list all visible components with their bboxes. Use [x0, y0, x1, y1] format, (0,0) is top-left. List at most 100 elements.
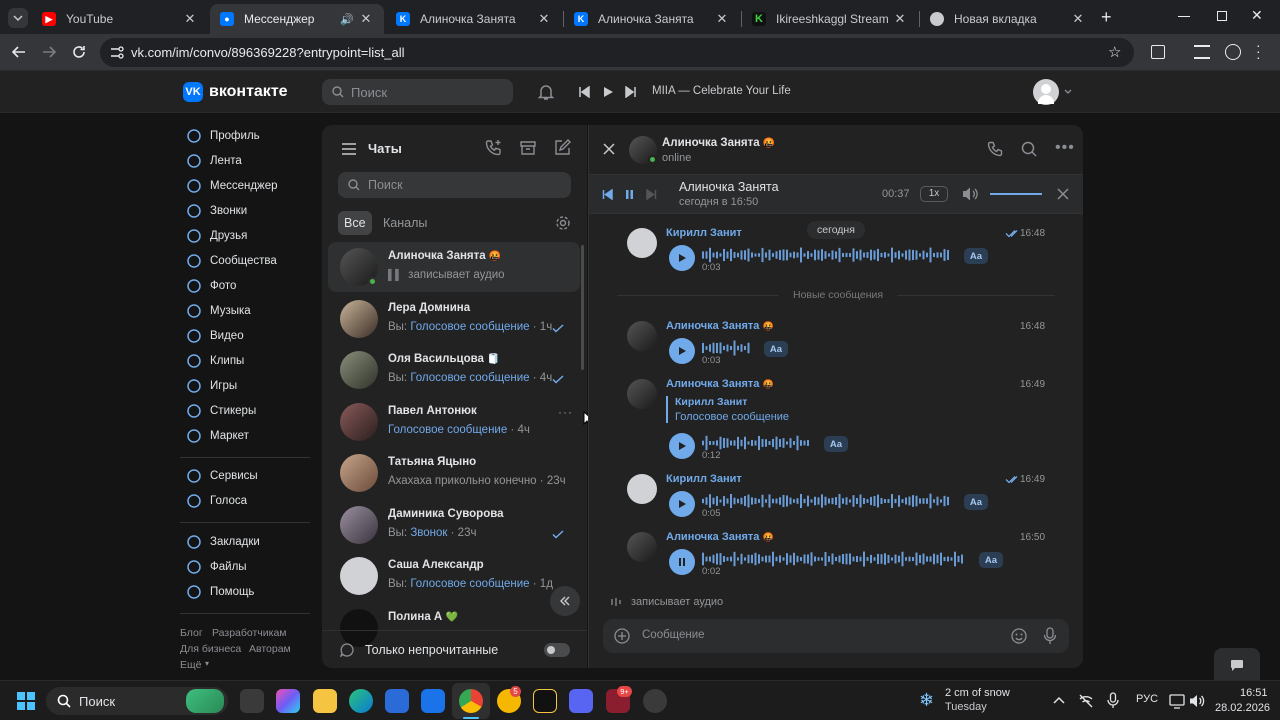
search-icon[interactable] — [1021, 141, 1037, 157]
message-author[interactable]: Алиночка Занята 🤬 — [666, 531, 774, 543]
prev-track-icon[interactable] — [602, 189, 613, 200]
close-tab-icon[interactable]: ✕ — [536, 11, 552, 27]
speaker-icon[interactable] — [1189, 693, 1205, 709]
close-tab-icon[interactable]: ✕ — [182, 11, 198, 27]
vk-logo-text[interactable]: вконтакте — [209, 83, 288, 101]
microphone-icon[interactable] — [1107, 692, 1119, 710]
tab-alinochka-1[interactable]: K Алиночка Занята ✕ — [386, 4, 562, 34]
play-button[interactable] — [669, 338, 695, 364]
message-author[interactable]: Алиночка Занята 🤬 — [666, 378, 774, 390]
app-icon[interactable] — [533, 689, 557, 713]
close-tab-icon[interactable]: ✕ — [714, 11, 730, 27]
compose-icon[interactable] — [553, 139, 571, 157]
nav-item-chat[interactable]: Мессенджер — [186, 175, 278, 197]
edge-icon[interactable] — [349, 689, 373, 713]
close-tab-icon[interactable]: ✕ — [892, 11, 908, 27]
tab-kaggle-stream[interactable]: K Ikireeshkaggl Stream - Wa ✕ — [742, 4, 918, 34]
play-button[interactable] — [669, 433, 695, 459]
close-tab-icon[interactable]: ✕ — [358, 11, 374, 27]
menu-icon[interactable] — [341, 142, 357, 156]
message-avatar[interactable] — [627, 379, 657, 409]
next-track-icon[interactable] — [625, 86, 637, 98]
copilot-icon[interactable] — [276, 689, 300, 713]
reload-icon[interactable] — [72, 45, 86, 59]
transcribe-button[interactable]: Aa — [979, 552, 1003, 568]
now-playing-text[interactable]: MIIA — Celebrate Your Life — [652, 85, 791, 97]
footer-link-more[interactable]: Ещё — [180, 659, 201, 671]
message-author[interactable]: Алиночка Занята 🤬 — [666, 320, 774, 332]
footer-link-blog[interactable]: Блог — [180, 627, 203, 639]
new-call-icon[interactable] — [485, 139, 503, 157]
close-icon[interactable] — [1057, 188, 1069, 200]
play-icon[interactable] — [602, 86, 614, 98]
chat-row[interactable]: Павел Антонюк Голосовое сообщение · 4ч ··… — [328, 397, 580, 447]
close-icon[interactable] — [603, 143, 615, 155]
bookmark-star-icon[interactable]: ☆ — [1108, 43, 1121, 61]
chrome-taskbar-active[interactable] — [452, 683, 490, 719]
extensions-icon[interactable] — [1151, 45, 1165, 59]
omnibox[interactable]: vk.com/im/convo/896369228?entrypoint=lis… — [100, 38, 1134, 67]
tab-youtube[interactable]: ▶ YouTube ✕ — [32, 4, 208, 34]
tab-all[interactable]: Все — [338, 211, 372, 235]
pause-button[interactable] — [669, 549, 695, 575]
clock-date[interactable]: 28.02.2026 — [1215, 702, 1270, 714]
vk-search-input[interactable]: Поиск — [322, 79, 513, 105]
chat-search-input[interactable]: Поиск — [338, 172, 571, 198]
footer-link-authors[interactable]: Авторам — [249, 643, 291, 655]
transcribe-button[interactable]: Aa — [964, 494, 988, 510]
chat-row[interactable]: Татьяна Яцыно Ахахаха прикольно конечно … — [328, 448, 580, 498]
microphone-icon[interactable] — [1043, 627, 1057, 645]
chrome-menu-icon[interactable]: · · · — [1256, 38, 1261, 64]
footer-link-dev[interactable]: Разработчикам — [212, 627, 287, 639]
transcribe-button[interactable]: Aa — [824, 436, 848, 452]
nav-item-community[interactable]: Сообщества — [186, 250, 277, 272]
close-tab-icon[interactable]: ✕ — [1070, 11, 1086, 27]
attach-plus-icon[interactable] — [614, 628, 630, 644]
close-window-button[interactable]: ✕ — [1251, 7, 1263, 24]
chevron-up-icon[interactable] — [1053, 696, 1065, 704]
weather-main[interactable]: 2 cm of snow — [945, 687, 1010, 699]
outlook-icon[interactable] — [421, 689, 445, 713]
nav-item-stickers[interactable]: Стикеры — [186, 400, 256, 422]
tab-new-tab[interactable]: Новая вкладка ✕ — [920, 4, 1096, 34]
message-input[interactable]: Сообщение — [603, 619, 1069, 653]
collapse-button[interactable] — [550, 586, 580, 616]
language-indicator[interactable]: РУС — [1136, 693, 1158, 705]
nav-item-market[interactable]: Маркет — [186, 425, 249, 447]
message-avatar[interactable] — [627, 228, 657, 258]
store-icon[interactable] — [385, 689, 409, 713]
chat-row[interactable]: Даминика Суворова Вы: Звонок · 23ч — [328, 500, 580, 550]
tab-alinochka-2[interactable]: K Алиночка Занята ✕ — [564, 4, 740, 34]
media-controls-icon[interactable] — [1194, 45, 1210, 59]
transcribe-button[interactable]: Aa — [964, 248, 988, 264]
back-arrow-icon[interactable] — [12, 45, 26, 59]
tab-search-button[interactable] — [8, 8, 28, 28]
nav-item-services[interactable]: Сервисы — [186, 465, 258, 487]
new-tab-button[interactable]: + — [1101, 7, 1112, 28]
restore-button[interactable] — [1217, 11, 1227, 21]
nav-item-video[interactable]: Видео — [186, 325, 244, 347]
nav-item-bookmark[interactable]: Закладки — [186, 531, 260, 553]
minimize-button[interactable] — [1178, 16, 1190, 17]
chat-row[interactable]: Саша Александр Вы: Голосовое сообщение ·… — [328, 551, 580, 601]
vk-logo-icon[interactable]: VK — [183, 82, 203, 102]
nav-item-clips[interactable]: Клипы — [186, 350, 244, 372]
windows-start-icon[interactable] — [17, 692, 35, 710]
forward-arrow-icon[interactable] — [42, 45, 56, 59]
chat-row[interactable]: Алиночка Занята 🤬 ▌▌ записывает аудио — [328, 242, 580, 292]
floating-chat-button[interactable] — [1214, 648, 1260, 682]
contact-name[interactable]: Алиночка Занята 🤬 — [662, 137, 775, 149]
message-avatar[interactable] — [627, 474, 657, 504]
reply-quote[interactable]: Кирилл Занит Голосовое сообщение — [666, 396, 789, 423]
nav-item-votes[interactable]: Голоса — [186, 490, 247, 512]
avatar[interactable] — [1033, 79, 1059, 105]
footer-link-biz[interactable]: Для бизнеса — [180, 643, 241, 655]
nav-item-games[interactable]: Игры — [186, 375, 237, 397]
chevron-down-icon[interactable]: ▾ — [205, 659, 209, 668]
task-view-icon[interactable] — [240, 689, 264, 713]
bell-icon[interactable] — [537, 83, 555, 101]
site-info-icon[interactable] — [110, 46, 124, 59]
more-icon[interactable]: ••• — [1055, 140, 1075, 156]
speed-button[interactable]: 1x — [920, 186, 948, 202]
discord-icon[interactable] — [569, 689, 593, 713]
